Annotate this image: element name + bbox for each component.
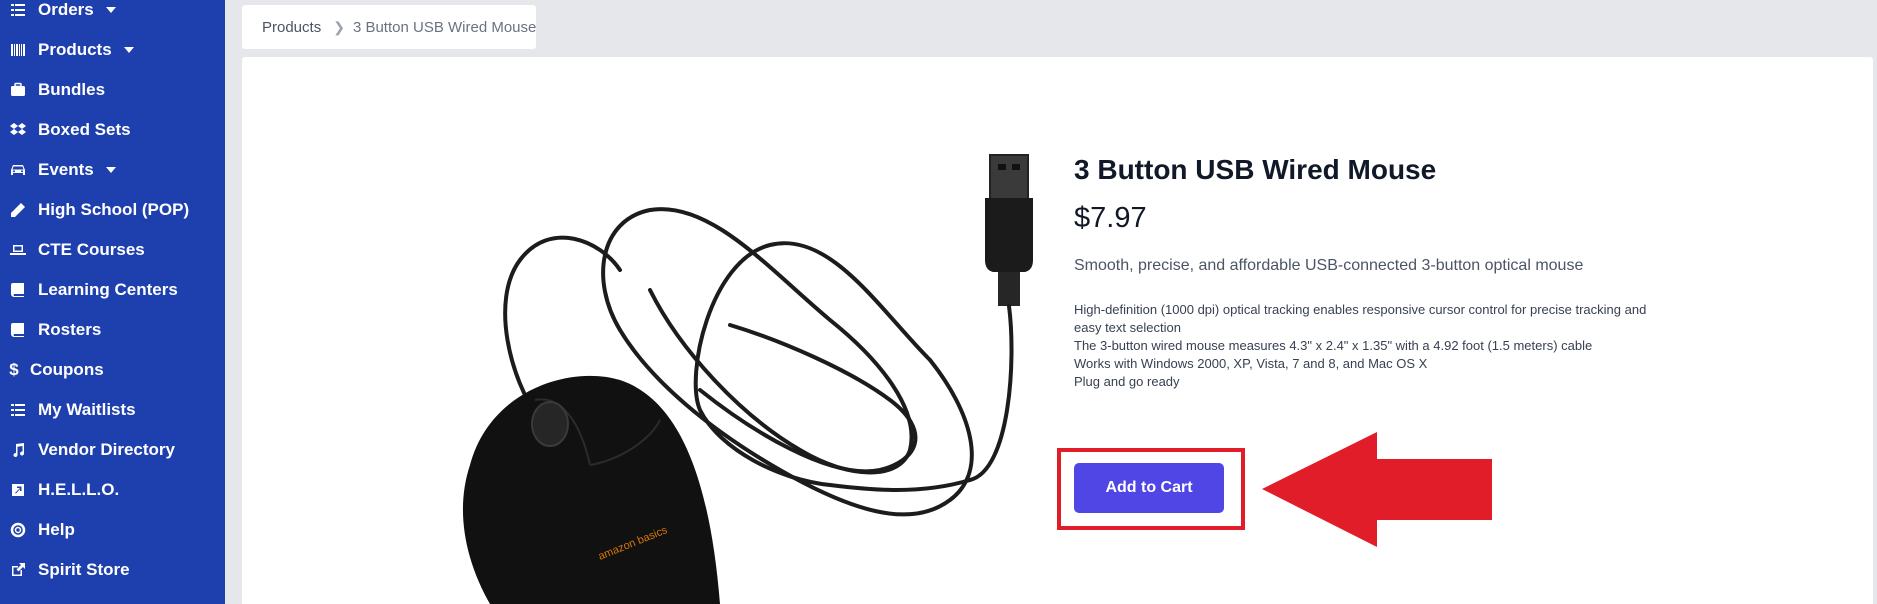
- breadcrumb: Products ❯ 3 Button USB Wired Mouse: [242, 5, 536, 49]
- sidebar-item-spirit-store[interactable]: Spirit Store: [8, 557, 130, 583]
- feature-line: Plug and go ready: [1074, 374, 1180, 389]
- external-square-icon: [8, 480, 28, 500]
- sidebar-item-orders[interactable]: Orders: [8, 0, 116, 23]
- product-title: 3 Button USB Wired Mouse: [1074, 154, 1437, 185]
- feature-line: The 3-button wired mouse measures 4.3" x…: [1074, 338, 1593, 353]
- sidebar-item-label: CTE Courses: [38, 240, 145, 259]
- usb-plug-slot: [1012, 164, 1020, 170]
- scroll-wheel: [531, 401, 569, 447]
- music-icon: [8, 440, 28, 460]
- pointer-arrow-icon: [1262, 432, 1492, 547]
- sidebar-item-learning-centers[interactable]: Learning Centers: [8, 277, 178, 303]
- sidebar-item-my-waitlists[interactable]: My Waitlists: [8, 397, 136, 423]
- dollar-icon: $: [9, 360, 19, 379]
- sidebar-item-label: Learning Centers: [38, 280, 178, 299]
- chevron-down-icon: [123, 47, 134, 53]
- list-icon: [8, 0, 28, 20]
- usb-plug-body: [985, 198, 1033, 272]
- sidebar-item-help[interactable]: Help: [8, 517, 75, 543]
- breadcrumb-current: 3 Button USB Wired Mouse: [352, 18, 537, 36]
- sidebar-item-label: Orders: [38, 0, 94, 19]
- sidebar-item-events[interactable]: Events: [8, 157, 116, 183]
- usb-plug-slot: [998, 164, 1006, 170]
- breadcrumb-products-link[interactable]: Products: [262, 19, 321, 36]
- pencil-icon: [8, 200, 28, 220]
- laptop-icon: [8, 240, 28, 260]
- list-icon: [8, 400, 28, 420]
- sidebar: Orders Products Bundles Boxed Sets Event…: [0, 0, 225, 604]
- briefcase-icon: [8, 80, 28, 100]
- usb-strain-relief: [998, 272, 1020, 306]
- sidebar-item-products[interactable]: Products: [8, 37, 134, 63]
- sidebar-item-label: Rosters: [38, 320, 102, 339]
- sidebar-item-label: H.E.L.L.O.: [38, 480, 120, 499]
- book-icon: [8, 280, 28, 300]
- product-price: $7.97: [1074, 202, 1147, 234]
- sidebar-item-boxed-sets[interactable]: Boxed Sets: [8, 117, 131, 143]
- external-link-icon: [8, 560, 28, 580]
- sidebar-item-label: Help: [38, 520, 75, 539]
- sidebar-item-label: Coupons: [30, 360, 104, 379]
- sidebar-item-cte-courses[interactable]: CTE Courses: [8, 237, 145, 263]
- add-to-cart-button[interactable]: Add to Cart: [1074, 463, 1224, 513]
- sidebar-item-label: My Waitlists: [38, 400, 136, 419]
- lifebuoy-icon: [8, 520, 28, 540]
- sidebar-item-label: Vendor Directory: [38, 440, 175, 459]
- barcode-icon: [8, 40, 28, 60]
- feature-line: Works with Windows 2000, XP, Vista, 7 an…: [1074, 356, 1428, 371]
- chevron-down-icon: [105, 167, 116, 173]
- car-icon: [8, 160, 28, 180]
- product-features: High-definition (1000 dpi) optical track…: [1074, 301, 1654, 391]
- book-icon: [8, 320, 28, 340]
- sidebar-item-label: Products: [38, 40, 112, 59]
- feature-line: High-definition (1000 dpi) optical track…: [1074, 302, 1647, 335]
- sidebar-item-label: High School (POP): [38, 200, 190, 219]
- usb-plug-metal: [989, 154, 1029, 201]
- sidebar-item-vendor-directory[interactable]: Vendor Directory: [8, 437, 175, 463]
- sidebar-item-bundles[interactable]: Bundles: [8, 77, 105, 103]
- product-image: amazon basics: [462, 154, 1033, 604]
- chevron-down-icon: [105, 7, 116, 13]
- sidebar-item-label: Events: [38, 160, 94, 179]
- sidebar-item-coupons[interactable]: $ Coupons: [8, 357, 104, 383]
- sidebar-item-label: Boxed Sets: [38, 120, 131, 139]
- dropbox-icon: [8, 120, 28, 140]
- product-subtitle: Smooth, precise, and affordable USB-conn…: [1074, 257, 1584, 274]
- sidebar-item-rosters[interactable]: Rosters: [8, 317, 101, 343]
- chevron-right-icon: ❯: [333, 18, 345, 35]
- sidebar-item-label: Spirit Store: [38, 560, 130, 579]
- sidebar-item-high-school[interactable]: High School (POP): [8, 197, 189, 223]
- sidebar-item-label: Bundles: [38, 80, 106, 99]
- sidebar-item-hello[interactable]: H.E.L.L.O.: [8, 477, 119, 503]
- mouse-body: [462, 375, 720, 604]
